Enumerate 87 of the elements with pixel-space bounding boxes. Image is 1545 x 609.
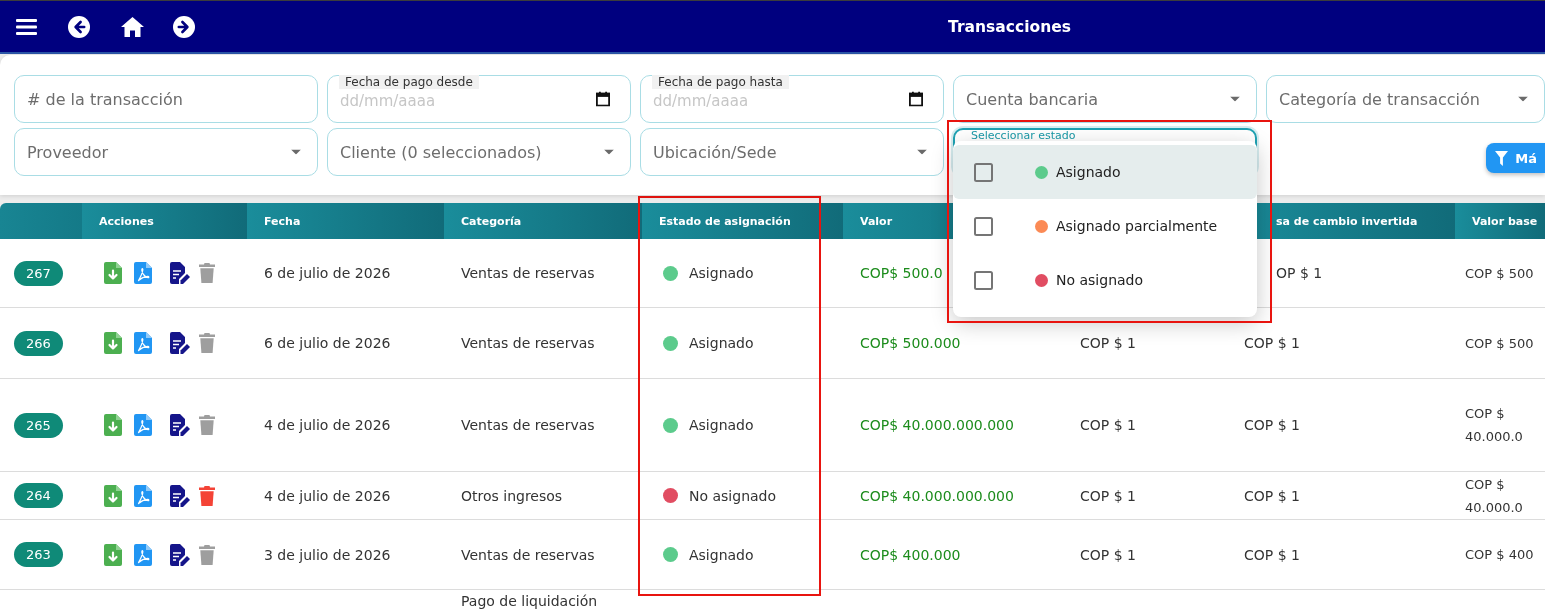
table-cell-text: COP $ 500 <box>1465 264 1534 283</box>
calendar-icon[interactable] <box>596 91 610 107</box>
pdf-file-icon[interactable] <box>134 414 152 436</box>
edit-document-icon[interactable] <box>170 484 190 507</box>
id-badge: 266 <box>14 330 63 356</box>
table-cell-text: COP$ 40.000.000.000 <box>860 487 1014 504</box>
id-badge: 265 <box>14 412 63 438</box>
column-header: Categoría <box>444 203 642 239</box>
column-header: Valor base <box>1455 203 1545 239</box>
column-header: Estado de asignación <box>642 203 843 239</box>
id-badge: 267 <box>14 260 63 286</box>
download-file-icon[interactable] <box>104 414 122 436</box>
table-cell-text: COP $ 1 <box>1080 335 1136 351</box>
column-header: Acciones <box>82 203 247 239</box>
table-cell-text: COP $ 1 <box>1244 487 1300 504</box>
table-cell-text: COP$ 500.000 <box>860 335 961 351</box>
table-cell-text: Ventas de reservas <box>461 417 595 433</box>
table-cell-text: COP $ 40.000.0 <box>1465 475 1524 517</box>
pdf-file-icon[interactable] <box>134 484 152 507</box>
select-field[interactable]: Cliente (0 seleccionados) <box>327 128 631 176</box>
table-cell-text: Ventas de reservas <box>461 335 595 351</box>
edit-document-icon[interactable] <box>170 332 190 354</box>
checkbox[interactable] <box>974 270 993 290</box>
caret-icon <box>1518 96 1528 102</box>
table-cell-text: Pago de liquidación <box>461 594 598 609</box>
table-cell-text: COP $ 1 <box>1080 546 1136 563</box>
field-label: Fecha de pago hasta <box>652 75 789 89</box>
table-cell-text: Ventas de reservas <box>461 546 595 563</box>
table-cell-text: COP $ 1 <box>1244 546 1300 563</box>
menu-icon[interactable] <box>16 18 37 35</box>
select-field[interactable]: Ubicación/Sede <box>640 128 944 176</box>
table-cell-text: OP $ 1 <box>1276 265 1323 281</box>
home-icon[interactable] <box>121 16 144 37</box>
table-cell-text: COP$ 40.000.000.000 <box>860 417 1014 433</box>
dropdown-option[interactable]: No asignado <box>953 253 1257 307</box>
page-title: Transacciones <box>948 18 1071 36</box>
table-cell-text: COP $ 400 <box>1465 546 1534 564</box>
table-cell-text: 6 de julio de 2026 <box>264 335 391 351</box>
back-icon[interactable] <box>68 15 90 38</box>
edit-document-icon[interactable] <box>170 543 190 566</box>
calendar-icon[interactable] <box>909 91 923 107</box>
status-label: Asignado <box>689 417 754 433</box>
table-cell-text: 6 de julio de 2026 <box>264 265 391 281</box>
table-cell-text: Otros ingresos <box>461 487 563 504</box>
checkbox[interactable] <box>974 162 993 182</box>
pdf-file-icon[interactable] <box>134 332 152 354</box>
download-file-icon[interactable] <box>104 543 122 566</box>
table-cell-text: Ventas de reservas <box>461 265 595 281</box>
filter-icon <box>1495 150 1509 166</box>
column-header: Fecha <box>247 203 444 239</box>
select-field[interactable]: Categoría de transacción <box>1266 75 1545 123</box>
id-badge: 264 <box>14 483 63 508</box>
edit-document-icon[interactable] <box>170 262 190 284</box>
caret-icon <box>604 149 614 155</box>
select-field[interactable]: Proveedor <box>14 128 318 176</box>
table-cell-text: COP $ 40.000.0 <box>1465 405 1524 446</box>
download-file-icon[interactable] <box>104 262 122 284</box>
table-cell-text: COP$ 400.000 <box>860 546 961 563</box>
text-field[interactable]: # de la transacción <box>14 75 318 123</box>
table-cell-text: COP $ 500 <box>1465 334 1534 353</box>
edit-document-icon[interactable] <box>170 414 190 436</box>
id-badge: 263 <box>14 542 63 567</box>
caret-icon <box>1230 96 1240 102</box>
field-label: Fecha de pago desde <box>339 75 479 89</box>
download-file-icon[interactable] <box>104 484 122 507</box>
table-cell-text: 4 de julio de 2026 <box>264 487 391 504</box>
table-cell-text: COP $ 1 <box>1244 335 1300 351</box>
table-cell-text: COP $ 1 <box>1080 487 1136 504</box>
table-cell-text: 4 de julio de 2026 <box>264 417 391 433</box>
pdf-file-icon[interactable] <box>134 543 152 566</box>
caret-icon <box>291 149 301 155</box>
trash-icon[interactable] <box>199 485 215 506</box>
download-file-icon[interactable] <box>104 332 122 354</box>
status-label: Asignado <box>689 546 754 563</box>
forward-icon[interactable] <box>173 15 195 38</box>
status-label: Asignado <box>689 265 754 281</box>
select-field[interactable]: Cuenta bancaria <box>953 75 1257 123</box>
status-label: Asignado <box>689 335 754 351</box>
checkbox[interactable] <box>974 216 993 236</box>
status-label: No asignado <box>689 487 777 504</box>
table-cell-text: COP$ 500.0 <box>860 265 943 281</box>
table-cell-text: 3 de julio de 2026 <box>264 546 391 563</box>
dropdown-option[interactable]: Asignado <box>953 145 1257 199</box>
table-cell-text: COP $ 1 <box>1244 417 1300 433</box>
pdf-file-icon[interactable] <box>134 262 152 284</box>
table-cell-text: COP $ 1 <box>1080 417 1136 433</box>
caret-icon <box>917 149 927 155</box>
